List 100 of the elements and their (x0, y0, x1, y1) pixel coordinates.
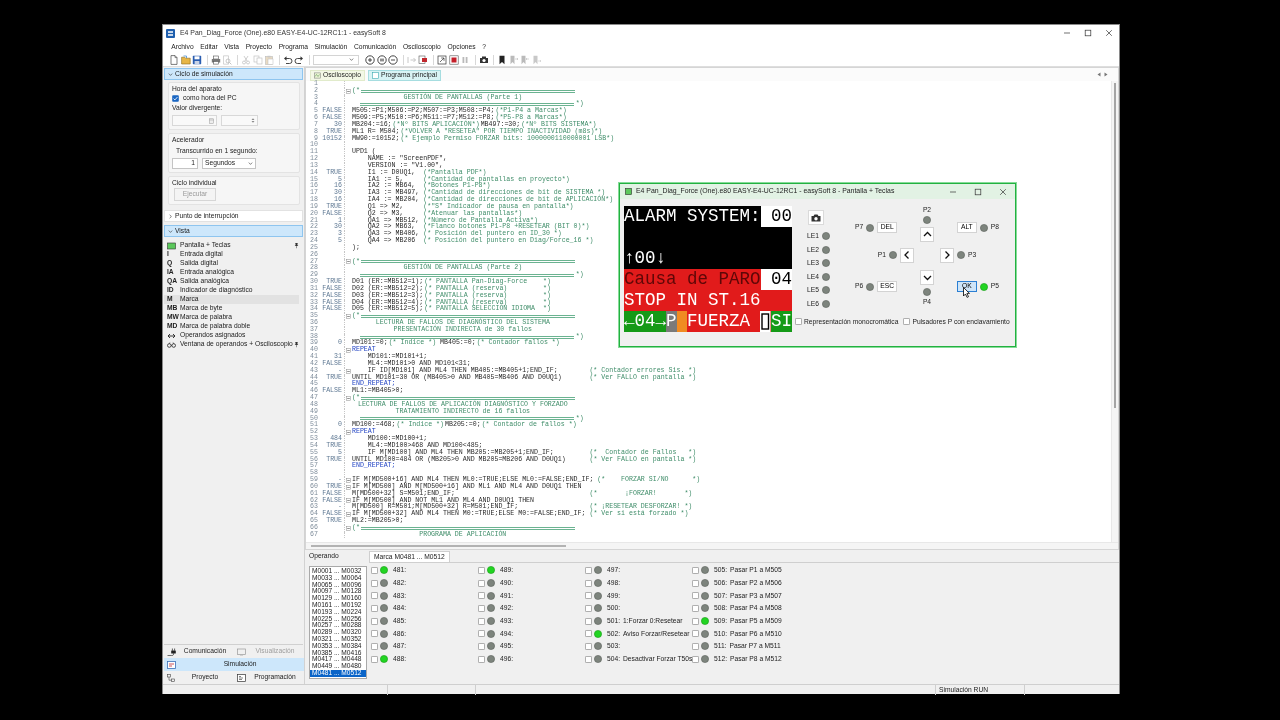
key-button[interactable] (920, 227, 934, 242)
redo-icon[interactable] (294, 54, 305, 65)
checkbox[interactable] (371, 579, 378, 587)
collapse-icon[interactable] (346, 484, 351, 490)
glasses-icon (167, 340, 176, 349)
close-icon[interactable] (998, 187, 1007, 196)
checkbox[interactable] (692, 592, 699, 600)
checkbox[interactable] (795, 318, 802, 325)
checkbox[interactable] (585, 566, 592, 574)
checkbox[interactable] (371, 592, 378, 600)
range-list[interactable] (309, 566, 367, 679)
checkbox[interactable] (692, 566, 699, 574)
checkbox[interactable] (371, 566, 378, 574)
collapse-icon[interactable] (346, 396, 351, 401)
checkbox[interactable] (371, 642, 378, 650)
checkbox[interactable] (371, 604, 378, 612)
chevron-right-icon (943, 251, 951, 259)
checkbox[interactable] (371, 655, 378, 663)
zoom-reset-icon[interactable] (376, 54, 387, 65)
checkbox[interactable] (692, 617, 699, 625)
checkbox[interactable] (692, 655, 699, 663)
screen-icon (167, 241, 176, 250)
collapse-icon[interactable] (346, 314, 351, 320)
checkbox[interactable] (692, 642, 699, 650)
chevron-right-icon (168, 213, 173, 219)
key-button[interactable] (900, 247, 914, 263)
checkbox[interactable] (585, 604, 592, 612)
zoom-in-icon[interactable] (364, 54, 375, 65)
collapse-icon[interactable] (346, 88, 351, 94)
collapse-icon[interactable] (346, 348, 351, 354)
checkbox[interactable] (585, 655, 592, 663)
vertical-scrollbar[interactable] (1111, 81, 1118, 542)
mouse-cursor-icon (963, 287, 970, 298)
camera-button[interactable] (808, 210, 824, 225)
checkbox[interactable] (692, 630, 699, 638)
chevron-left-icon (903, 251, 911, 259)
window-icon (625, 188, 632, 195)
chevron-down-icon (168, 228, 173, 234)
pin-icon (293, 341, 299, 348)
close-icon[interactable] (1104, 29, 1113, 37)
checkbox[interactable] (692, 579, 699, 587)
collapse-icon[interactable] (346, 368, 351, 374)
chevron-down-icon (349, 57, 355, 62)
checkbox[interactable] (903, 318, 911, 325)
collapse-icon[interactable] (346, 512, 351, 518)
maximize-icon[interactable] (1083, 29, 1092, 37)
display-text: 04 (760, 269, 793, 290)
checkbox[interactable] (478, 655, 485, 663)
checkbox[interactable] (478, 617, 485, 625)
chevron-down-icon (168, 71, 173, 77)
open-folder-icon[interactable] (180, 54, 191, 65)
document-flag-icon[interactable] (418, 54, 429, 65)
scroll-right-icon[interactable] (1104, 72, 1108, 77)
new-file-icon[interactable] (169, 54, 179, 65)
stop-icon[interactable] (448, 54, 459, 65)
checkbox[interactable] (585, 617, 592, 625)
checkbox[interactable] (585, 579, 592, 587)
save-icon[interactable] (192, 54, 203, 65)
collapse-icon[interactable] (346, 430, 351, 436)
program-icon (371, 72, 379, 79)
display-text: ↑00↓ (624, 248, 666, 269)
chevron-down-icon (248, 161, 253, 166)
plug-icon (167, 647, 176, 656)
maximize-icon[interactable] (973, 187, 982, 196)
checkbox[interactable] (371, 630, 378, 638)
checkbox[interactable] (478, 566, 485, 574)
undo-icon[interactable] (282, 54, 293, 65)
horizontal-scrollbar[interactable] (306, 542, 1118, 549)
scroll-left-icon[interactable] (1097, 72, 1101, 77)
checkbox[interactable] (478, 604, 485, 612)
checkbox[interactable] (692, 604, 699, 612)
collapse-icon[interactable] (346, 259, 351, 265)
cursor-box-icon (760, 311, 771, 332)
collapse-icon[interactable] (346, 477, 351, 483)
checkbox[interactable] (585, 592, 592, 600)
checkbox[interactable] (371, 617, 378, 625)
checkbox[interactable] (478, 642, 485, 650)
key-button[interactable] (920, 270, 934, 285)
display-text: ALARM SYSTEM: (624, 206, 761, 227)
collapse-icon[interactable] (346, 525, 351, 531)
toolbar-dropdown[interactable] (312, 54, 359, 65)
calendar-icon (209, 117, 214, 124)
checkbox[interactable] (478, 579, 485, 587)
camera-icon[interactable] (478, 54, 489, 65)
checkbox[interactable] (585, 630, 592, 638)
monitor-icon (237, 647, 246, 656)
checkbox[interactable] (172, 94, 179, 102)
checkbox[interactable] (585, 642, 592, 650)
key-button[interactable] (940, 247, 954, 263)
checkbox[interactable] (478, 592, 485, 600)
display-text: 00 (760, 206, 793, 227)
zoom-out-icon[interactable] (388, 54, 399, 65)
block-marker-icon (676, 311, 688, 332)
print-icon[interactable] (210, 54, 221, 65)
collapse-icon[interactable] (346, 498, 351, 504)
window-arrow-icon[interactable] (436, 54, 447, 65)
checkbox[interactable] (478, 630, 485, 638)
pin-icon (293, 242, 299, 249)
scope-icon (314, 72, 321, 79)
minimize-icon[interactable] (1062, 29, 1071, 37)
